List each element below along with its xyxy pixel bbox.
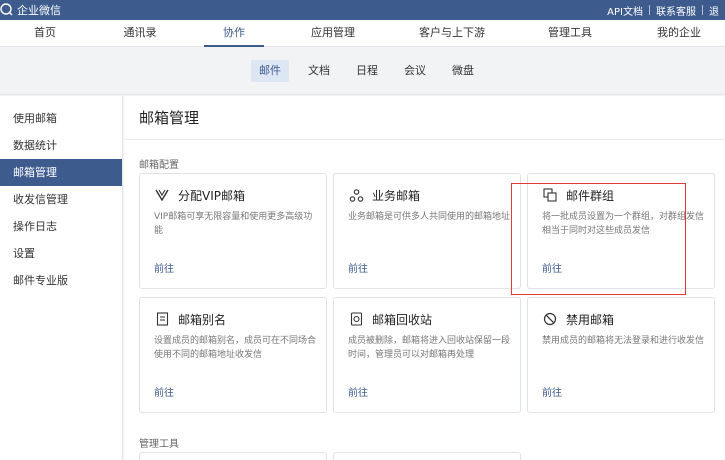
- sidebar-item-operation-log[interactable]: 操作日志: [0, 213, 122, 240]
- go-link[interactable]: 前往: [348, 260, 368, 275]
- card-title: 邮箱别名: [178, 312, 227, 327]
- card-description: VIP邮箱可享无限容量和使用更多高级功能: [154, 212, 313, 236]
- card-partial: [139, 452, 327, 460]
- section-label-management-tools: 管理工具: [139, 439, 179, 450]
- sidebar-item-settings[interactable]: 设置: [0, 240, 122, 267]
- ban-icon: [542, 311, 558, 327]
- card-mail-group: 邮件群组 将一批成员设置为一个群组，对群组发信相当于同时对这些成员发信 前往: [527, 173, 715, 289]
- mail-group-icon: [542, 187, 558, 203]
- card-vip-mailbox: 分配VIP邮箱 VIP邮箱可享无限容量和使用更多高级功能 前往: [139, 173, 327, 289]
- top-bar: 企业微信 API文档 联系客服 退: [0, 0, 725, 20]
- top-links: API文档 联系客服 退: [601, 2, 725, 18]
- card-description: 禁用成员的邮箱将无法登录和进行收发信: [542, 336, 705, 346]
- subnav-mail[interactable]: 邮件: [251, 60, 289, 82]
- card-description: 成员被删除，邮箱将进入回收站保留一段时间，管理员可以对邮箱再处理: [348, 336, 511, 360]
- logout-link[interactable]: 退: [703, 3, 725, 18]
- card-business-mailbox: 业务邮箱 业务邮箱是可供多人共同使用的邮箱地址 前往: [333, 173, 521, 289]
- card-description: 业务邮箱是可供多人共同使用的邮箱地址: [348, 212, 511, 222]
- subnav-drive[interactable]: 微盘: [444, 60, 482, 82]
- subnav-calendar[interactable]: 日程: [348, 60, 386, 82]
- nav-contacts[interactable]: 通讯录: [115, 20, 165, 47]
- nav-customers-partners[interactable]: 客户与上下游: [414, 20, 490, 47]
- sidebar: 使用邮箱 数据统计 邮箱管理 收发信管理 操作日志 设置 邮件专业版: [0, 96, 123, 460]
- sidebar-item-statistics[interactable]: 数据统计: [0, 132, 122, 159]
- card-title: 邮件群组: [566, 188, 615, 203]
- sub-nav: 邮件 文档 日程 会议 微盘: [0, 47, 725, 95]
- card-mail-alias: 邮箱别名 设置成员的邮箱别名，成员可在不同场合使用不同的邮箱地址收发信 前往: [139, 297, 327, 413]
- brand-logo[interactable]: 企业微信: [0, 2, 61, 18]
- nav-my-company[interactable]: 我的企业: [651, 20, 707, 47]
- vip-icon: [154, 187, 170, 203]
- card-partial: [333, 452, 521, 460]
- card-recycle-bin: 邮箱回收站 成员被删除，邮箱将进入回收站保留一段时间，管理员可以对邮箱再处理 前…: [333, 297, 521, 413]
- card-title: 邮箱回收站: [372, 312, 433, 327]
- nav-app-management[interactable]: 应用管理: [305, 20, 361, 47]
- brand-name: 企业微信: [17, 4, 61, 17]
- subnav-meeting[interactable]: 会议: [396, 60, 434, 82]
- section-label-mailbox-config: 邮箱配置: [139, 160, 179, 171]
- nav-collaboration[interactable]: 协作: [204, 20, 264, 47]
- main-content: 邮箱管理 邮箱配置 分配VIP邮箱 VIP邮箱可享无限容量和使用更多高级功能 前…: [124, 96, 725, 460]
- title-divider: [124, 139, 725, 140]
- sidebar-item-use-mailbox[interactable]: 使用邮箱: [0, 105, 122, 132]
- page-title: 邮箱管理: [139, 109, 200, 127]
- sidebar-item-mail-pro[interactable]: 邮件专业版: [0, 267, 122, 294]
- sidebar-item-mailbox-management[interactable]: 邮箱管理: [0, 159, 122, 186]
- go-link[interactable]: 前往: [542, 260, 562, 275]
- wework-logo-icon: [0, 3, 13, 16]
- nav-home[interactable]: 首页: [23, 20, 67, 47]
- card-title: 分配VIP邮箱: [178, 188, 245, 203]
- card-title: 业务邮箱: [372, 188, 421, 203]
- card-description: 将一批成员设置为一个群组，对群组发信相当于同时对这些成员发信: [542, 212, 705, 236]
- api-docs-link[interactable]: API文档: [601, 3, 649, 18]
- card-disable-mailbox: 禁用邮箱 禁用成员的邮箱将无法登录和进行收发信 前往: [527, 297, 715, 413]
- subnav-docs[interactable]: 文档: [300, 60, 338, 82]
- main-nav: 首页 通讯录 协作 应用管理 客户与上下游 管理工具 我的企业: [0, 20, 725, 47]
- card-description: 设置成员的邮箱别名，成员可在不同场合使用不同的邮箱地址收发信: [154, 336, 317, 360]
- business-mail-icon: [348, 187, 364, 203]
- nav-management-tools[interactable]: 管理工具: [542, 20, 598, 47]
- mail-alias-icon: [154, 311, 170, 327]
- recycle-bin-icon: [348, 311, 364, 327]
- go-link[interactable]: 前往: [348, 384, 368, 399]
- contact-support-link[interactable]: 联系客服: [650, 3, 702, 18]
- go-link[interactable]: 前往: [154, 260, 174, 275]
- card-title: 禁用邮箱: [566, 312, 615, 327]
- sidebar-item-send-receive-management[interactable]: 收发信管理: [0, 186, 122, 213]
- go-link[interactable]: 前往: [154, 384, 174, 399]
- go-link[interactable]: 前往: [542, 384, 562, 399]
